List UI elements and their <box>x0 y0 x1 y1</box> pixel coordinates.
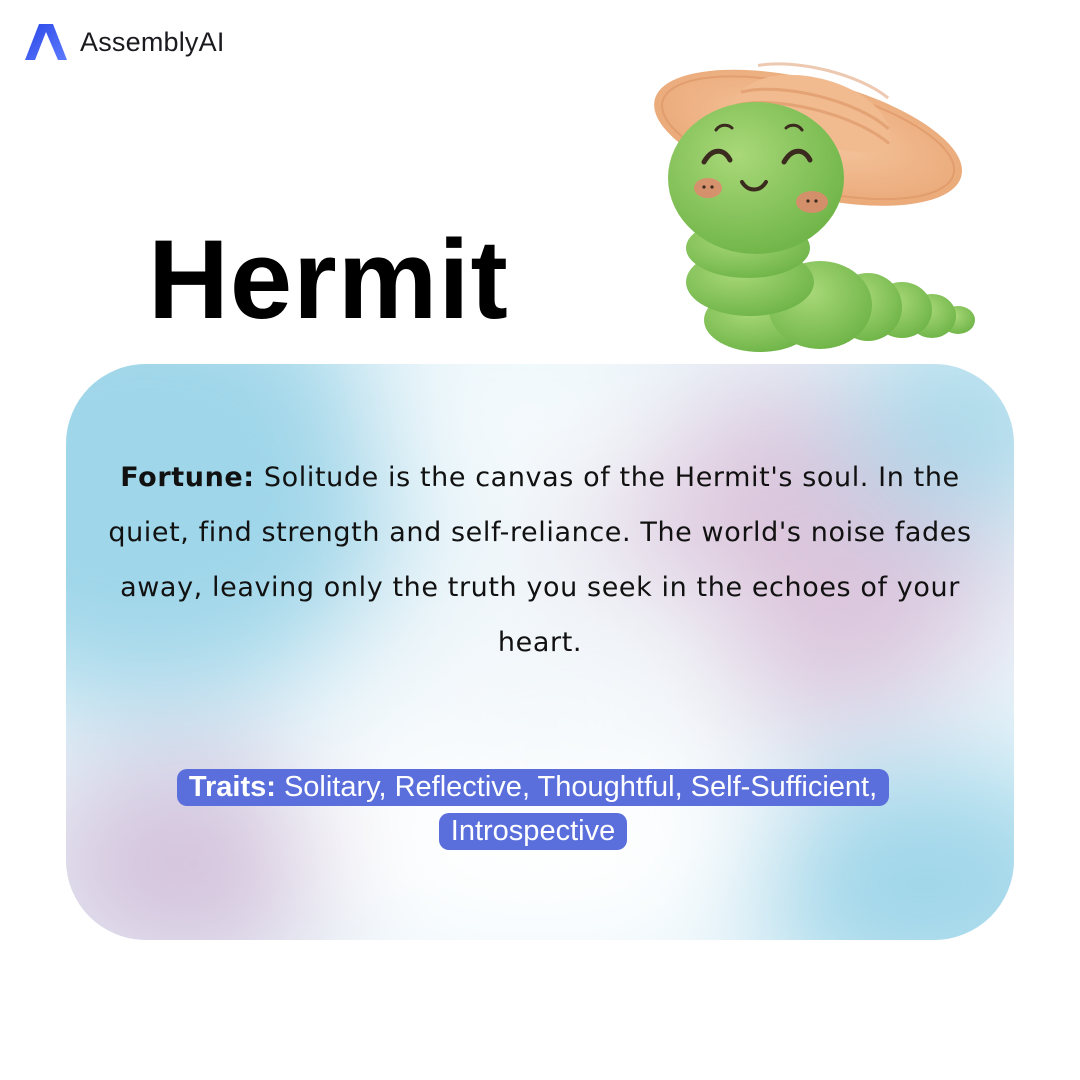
brand-header: AssemblyAI <box>24 22 225 62</box>
fortune-card-page: AssemblyAI Hermit Fortune: Solitude is t… <box>0 0 1080 1080</box>
caterpillar-straw-hat-illustration <box>654 62 975 352</box>
traits-text: Solitary, Reflective, Thoughtful, Self-S… <box>275 771 878 847</box>
brand-name: AssemblyAI <box>80 26 225 57</box>
assemblyai-logo-icon <box>25 24 67 60</box>
traits-label: Traits: <box>188 771 276 803</box>
fortune-card: Fortune: Solitude is the canvas of the H… <box>66 364 1014 940</box>
traits-highlight: Traits: Solitary, Reflective, Thoughtful… <box>176 769 890 850</box>
traits-badge: Traits: Solitary, Reflective, Thoughtful… <box>144 765 922 853</box>
fortune-paragraph: Fortune: Solitude is the canvas of the H… <box>106 450 974 670</box>
fortune-label: Fortune: <box>120 462 255 493</box>
page-title: Hermit <box>148 217 509 342</box>
